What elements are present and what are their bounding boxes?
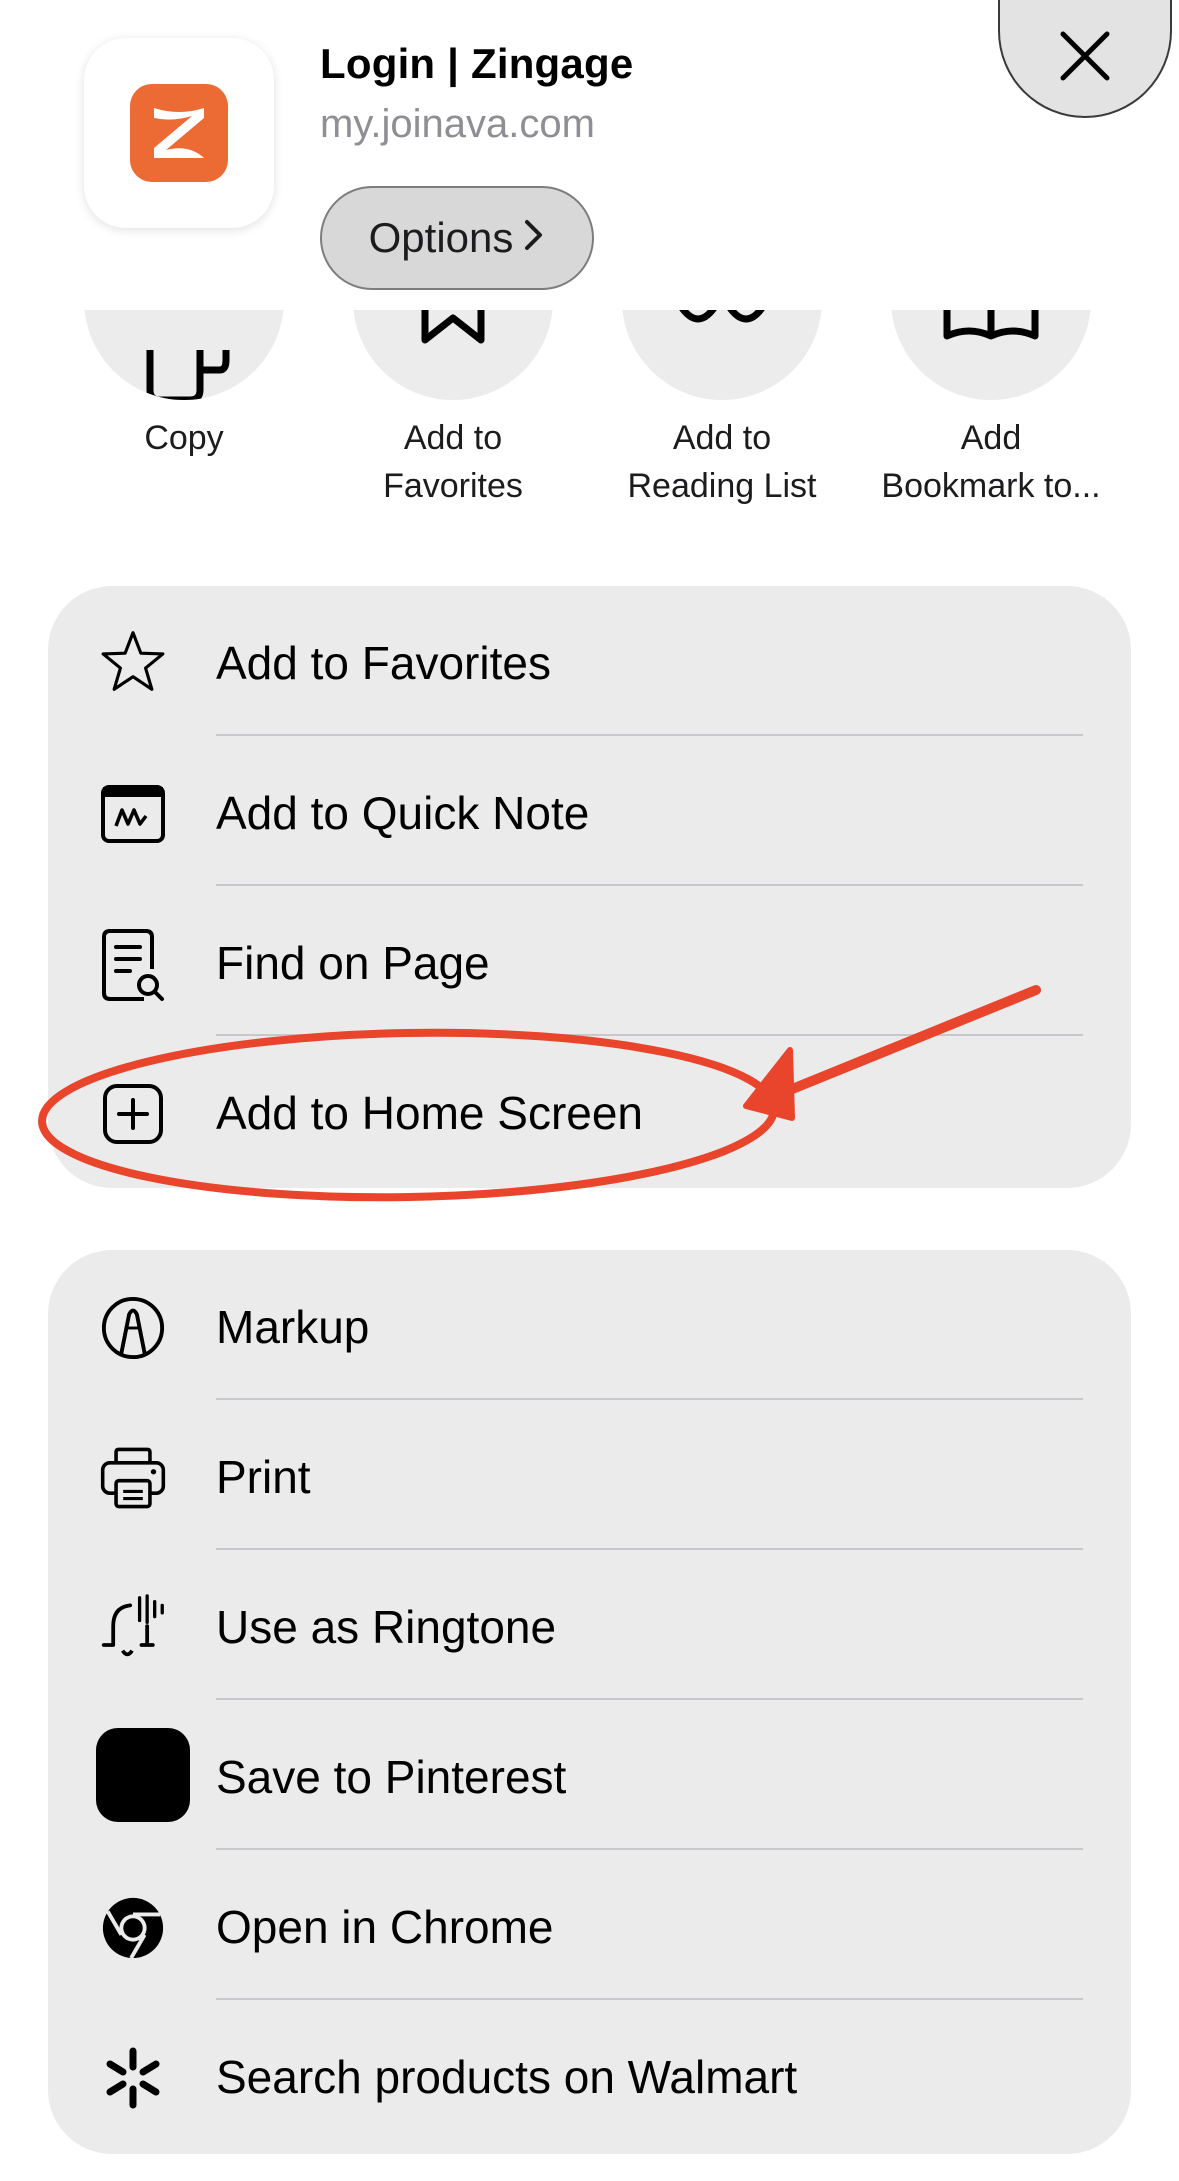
chevron-right-icon bbox=[523, 214, 545, 262]
menu-item-label: Print bbox=[216, 1451, 311, 1503]
quick-note-icon bbox=[100, 781, 166, 847]
find-on-page-icon bbox=[100, 929, 166, 1001]
menu-item-label: Find on Page bbox=[216, 937, 490, 989]
menu-item-search-walmart[interactable]: Search products on Walmart bbox=[48, 2000, 1131, 2150]
action-label-2: Reading List bbox=[627, 467, 817, 505]
menu-item-label: Open in Chrome bbox=[216, 1901, 554, 1953]
markup-icon bbox=[100, 1295, 166, 1361]
close-icon bbox=[1057, 28, 1113, 89]
walmart-icon bbox=[100, 2045, 166, 2111]
menu-item-add-to-home-screen[interactable]: Add to Home Screen bbox=[48, 1036, 1131, 1186]
actions-group-2: Markup Print Use as Ringtone Save to Pin… bbox=[48, 1250, 1131, 2154]
options-button[interactable]: Options bbox=[320, 186, 594, 290]
copy-icon bbox=[84, 310, 284, 400]
menu-item-use-as-ringtone[interactable]: Use as Ringtone bbox=[48, 1550, 1131, 1700]
menu-item-label: Markup bbox=[216, 1301, 370, 1353]
star-icon bbox=[100, 631, 166, 697]
menu-item-print[interactable]: Print bbox=[48, 1400, 1131, 1550]
action-label: Add to bbox=[403, 419, 503, 457]
menu-item-open-in-chrome[interactable]: Open in Chrome bbox=[48, 1850, 1131, 2000]
menu-item-label: Add to Quick Note bbox=[216, 787, 590, 839]
menu-item-save-to-pinterest[interactable]: Save to Pinterest bbox=[48, 1700, 1131, 1850]
menu-item-add-to-favorites[interactable]: Add to Favorites bbox=[48, 586, 1131, 736]
page-url: my.joinava.com bbox=[320, 102, 595, 146]
page-title: Login | Zingage bbox=[320, 40, 634, 87]
menu-item-markup[interactable]: Markup bbox=[48, 1250, 1131, 1400]
glasses-icon bbox=[622, 310, 822, 400]
action-label: Copy bbox=[144, 419, 224, 457]
action-label: Add bbox=[960, 419, 1022, 457]
menu-item-find-on-page[interactable]: Find on Page bbox=[48, 886, 1131, 1036]
close-button[interactable] bbox=[998, 0, 1172, 118]
chrome-icon bbox=[100, 1895, 166, 1961]
printer-icon bbox=[100, 1445, 166, 1511]
menu-item-label: Search products on Walmart bbox=[216, 2051, 798, 2103]
pinterest-icon bbox=[96, 1728, 190, 1822]
bell-icon bbox=[100, 1594, 166, 1661]
menu-item-label: Add to Favorites bbox=[216, 637, 551, 689]
star-icon bbox=[353, 310, 553, 400]
plus-square-icon bbox=[100, 1081, 166, 1147]
menu-item-label: Use as Ringtone bbox=[216, 1601, 557, 1653]
actions-group-1: Add to Favorites Add to Quick Note Find … bbox=[48, 586, 1131, 1188]
action-label-2: Favorites bbox=[383, 467, 523, 505]
site-icon bbox=[84, 38, 274, 228]
options-label: Options bbox=[368, 214, 514, 261]
action-label-2: Bookmark to... bbox=[881, 467, 1101, 505]
book-icon bbox=[891, 310, 1091, 400]
action-row: Copy Add to Favorites Add to Reading List … bbox=[0, 310, 1179, 530]
menu-item-label: Save to Pinterest bbox=[216, 1751, 567, 1803]
menu-item-add-to-quick-note[interactable]: Add to Quick Note bbox=[48, 736, 1131, 886]
zingage-logo-icon bbox=[130, 84, 228, 182]
action-label: Add to bbox=[672, 419, 772, 457]
menu-item-label: Add to Home Screen bbox=[216, 1087, 644, 1139]
share-sheet: Login | Zingage my.joinava.com Options C… bbox=[0, 0, 1179, 2181]
